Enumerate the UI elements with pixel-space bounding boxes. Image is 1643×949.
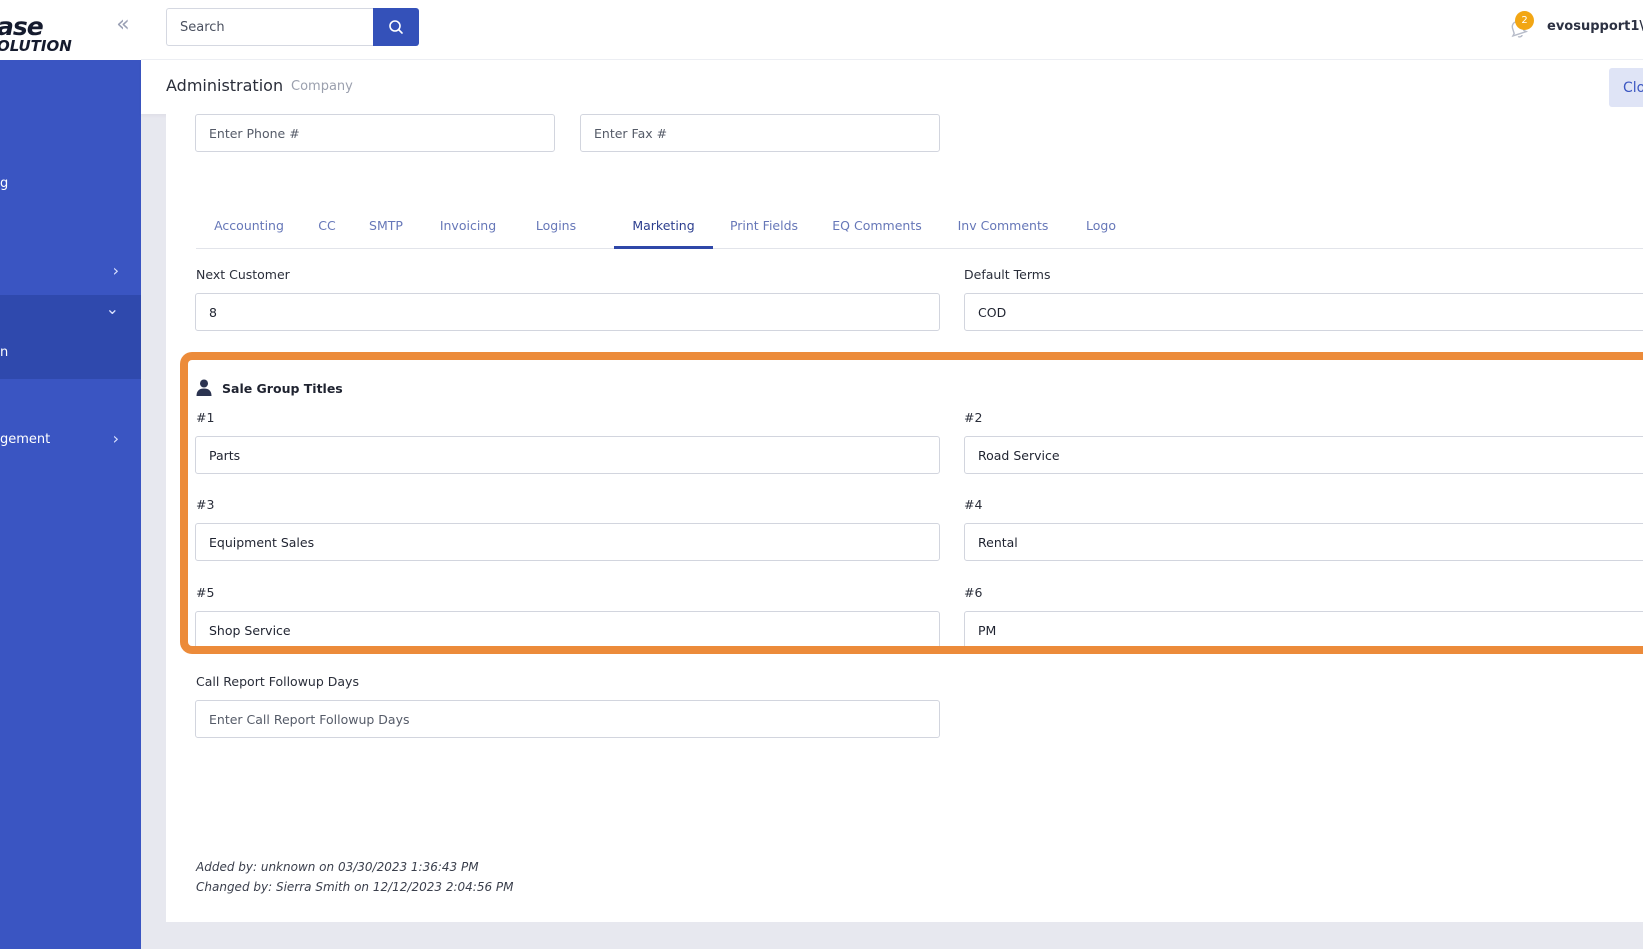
phone-field[interactable] xyxy=(195,114,555,152)
close-button[interactable]: Clo xyxy=(1609,68,1643,107)
sidebar-item-label: g xyxy=(0,176,9,191)
tab-accounting[interactable]: Accounting xyxy=(196,211,302,249)
sale-group-4-field[interactable] xyxy=(964,523,1643,561)
chevron-right-icon: › xyxy=(112,261,119,280)
sale-group-5-label: #5 xyxy=(196,585,215,600)
sale-group-6-field[interactable] xyxy=(964,611,1643,649)
next-customer-label: Next Customer xyxy=(196,267,290,282)
sidebar-item-administration[interactable]: ⌄ n xyxy=(0,295,141,379)
settings-tabs: Accounting CC SMTP Invoicing Logins Mark… xyxy=(196,211,1643,249)
search-button[interactable] xyxy=(373,8,419,46)
tab-invoicing[interactable]: Invoicing xyxy=(420,211,516,249)
user-menu[interactable]: evosupport1\ Si xyxy=(1547,19,1643,34)
sidebar-item-management[interactable]: gement › xyxy=(0,424,141,456)
collapse-sidebar-icon[interactable]: « xyxy=(112,14,134,38)
chevron-down-icon: ⌄ xyxy=(105,299,119,318)
company-form-card: Accounting CC SMTP Invoicing Logins Mark… xyxy=(166,114,1643,922)
sale-group-6-label: #6 xyxy=(964,585,983,600)
call-report-field[interactable] xyxy=(195,700,940,738)
section-title: Sale Group Titles xyxy=(222,381,343,396)
highlight-annotation xyxy=(180,352,1643,654)
breadcrumb-company[interactable]: Company xyxy=(291,79,353,94)
sale-group-2-label: #2 xyxy=(964,410,983,425)
sale-group-5-field[interactable] xyxy=(195,611,940,649)
fax-field[interactable] xyxy=(580,114,940,152)
sidebar: ase OLUTION « g › ⌄ n gement › xyxy=(0,0,141,949)
tab-logins[interactable]: Logins xyxy=(516,211,596,249)
logo-line2: OLUTION xyxy=(0,37,72,55)
sidebar-item-1[interactable] xyxy=(0,78,141,110)
top-bar: 2 evosupport1\ Si xyxy=(141,0,1643,60)
tab-logo[interactable]: Logo xyxy=(1066,211,1136,249)
tab-inv-comments[interactable]: Inv Comments xyxy=(940,211,1066,249)
tab-print-fields[interactable]: Print Fields xyxy=(714,211,814,249)
tab-marketing[interactable]: Marketing xyxy=(614,211,713,249)
sale-group-1-label: #1 xyxy=(196,410,215,425)
changed-by-text: Changed by: Sierra Smith on 12/12/2023 2… xyxy=(196,880,514,894)
page-title: Administration xyxy=(166,76,284,95)
default-terms-field[interactable] xyxy=(964,293,1643,331)
next-customer-field[interactable] xyxy=(195,293,940,331)
notification-badge: 2 xyxy=(1515,11,1534,30)
tab-cc[interactable]: CC xyxy=(302,211,352,249)
default-terms-label: Default Terms xyxy=(964,267,1051,282)
tab-eq-comments[interactable]: EQ Comments xyxy=(814,211,940,249)
sale-group-2-field[interactable] xyxy=(964,436,1643,474)
call-report-label: Call Report Followup Days xyxy=(196,674,359,689)
tab-smtp[interactable]: SMTP xyxy=(352,211,420,249)
sale-group-1-field[interactable] xyxy=(195,436,940,474)
sale-group-3-field[interactable] xyxy=(195,523,940,561)
sidebar-item-3[interactable]: › xyxy=(0,256,141,288)
sidebar-item-2[interactable]: g xyxy=(0,168,141,200)
sale-group-4-label: #4 xyxy=(964,497,983,512)
added-by-text: Added by: unknown on 03/30/2023 1:36:43 … xyxy=(196,860,479,874)
search-input[interactable] xyxy=(166,8,373,46)
breadcrumb: Administration Company Clo xyxy=(141,60,1643,114)
logo: ase OLUTION « xyxy=(0,0,141,60)
user-icon xyxy=(196,379,212,396)
chevron-right-icon: › xyxy=(112,429,119,448)
sale-group-3-label: #3 xyxy=(196,497,215,512)
search-icon xyxy=(389,20,403,34)
sidebar-item-label: gement xyxy=(0,432,51,447)
sidebar-item-label: n xyxy=(0,345,9,360)
